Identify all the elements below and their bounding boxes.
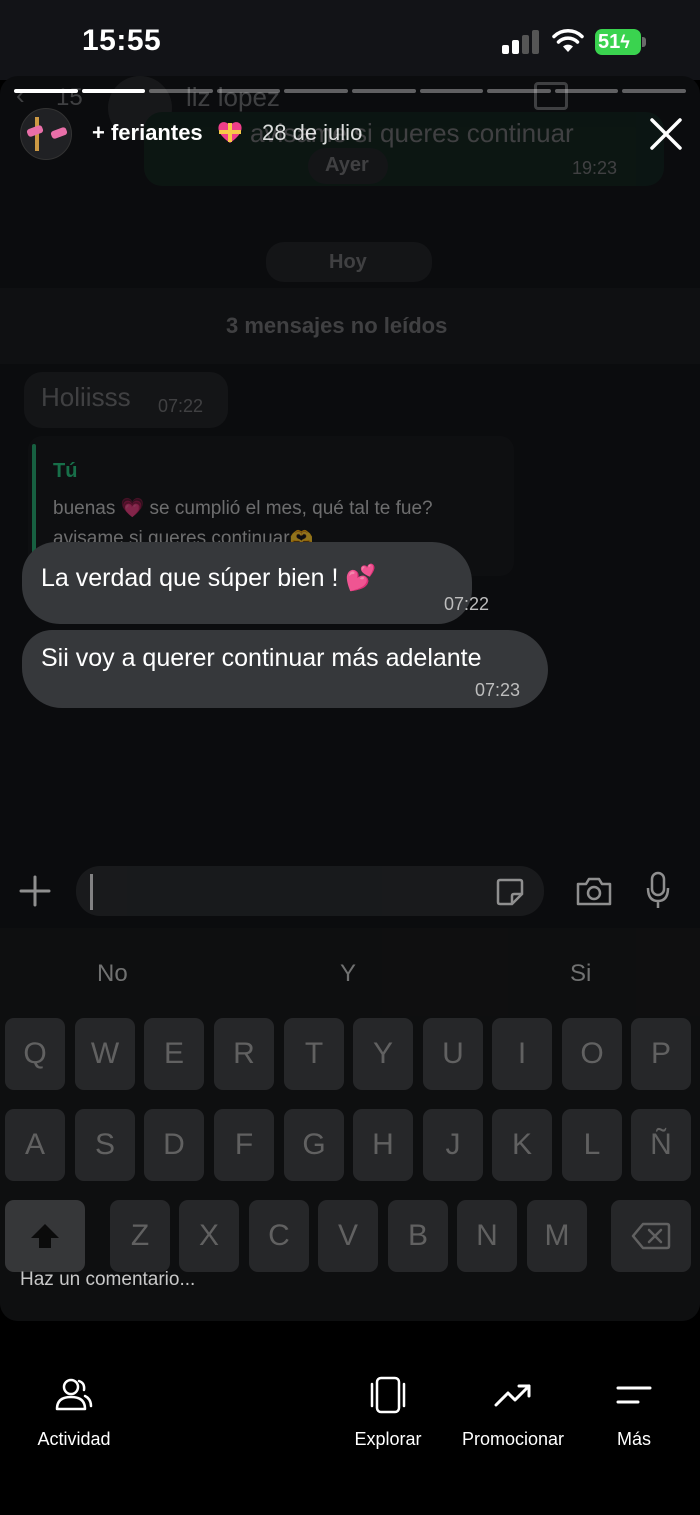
account-name[interactable]: + feriantes bbox=[92, 120, 203, 146]
quoted-line-1: buenas 💗 se cumplió el mes, qué tal te f… bbox=[53, 498, 433, 519]
explore-icon bbox=[370, 1376, 406, 1414]
suggestion: Si bbox=[570, 960, 592, 987]
message-time: 07:23 bbox=[475, 680, 521, 700]
key: O bbox=[562, 1018, 622, 1090]
nav-explore[interactable]: Explorar bbox=[328, 1375, 448, 1455]
more-menu-icon bbox=[616, 1386, 652, 1404]
nav-activity[interactable]: Actividad bbox=[14, 1375, 134, 1455]
keyboard: No Y Si Q W E R T Y U I O P A S D F G H … bbox=[0, 928, 700, 1321]
key: L bbox=[562, 1109, 622, 1181]
key: Z bbox=[110, 1200, 170, 1272]
key: K bbox=[492, 1109, 552, 1181]
suggestion: Y bbox=[340, 960, 357, 987]
key: N bbox=[457, 1200, 517, 1272]
key: T bbox=[284, 1018, 344, 1090]
key: M bbox=[527, 1200, 587, 1272]
story-date: 28 de julio bbox=[262, 120, 363, 145]
unread-label: 3 mensajes no leídos bbox=[226, 313, 448, 338]
key: P bbox=[631, 1018, 691, 1090]
comment-placeholder[interactable]: Haz un comentario... bbox=[20, 1269, 195, 1291]
wifi-icon bbox=[552, 29, 584, 52]
message-composer bbox=[0, 856, 700, 926]
key: W bbox=[75, 1018, 135, 1090]
message-time: 07:22 bbox=[444, 594, 490, 614]
shift-icon bbox=[31, 1224, 59, 1248]
suggestion: No bbox=[97, 960, 128, 987]
key: Q bbox=[5, 1018, 65, 1090]
status-bar: 15:55 51ϟ bbox=[0, 0, 700, 80]
key: B bbox=[388, 1200, 448, 1272]
key: I bbox=[492, 1018, 552, 1090]
key: R bbox=[214, 1018, 274, 1090]
cellular-signal-icon bbox=[502, 30, 542, 54]
key: G bbox=[284, 1109, 344, 1181]
holiiss-text: Holiisss bbox=[41, 382, 131, 412]
quoted-author: Tú bbox=[53, 460, 78, 482]
nav-promote-label: Promocionar bbox=[461, 1429, 565, 1449]
close-icon[interactable] bbox=[646, 114, 686, 154]
message-bubble: Sii voy a querer continuar más adelante … bbox=[22, 630, 548, 708]
story-viewer[interactable]: ‹ 15 liz lopez avisame si queres continu… bbox=[0, 76, 700, 1321]
nav-promote[interactable]: Promocionar bbox=[443, 1375, 583, 1455]
key: D bbox=[144, 1109, 204, 1181]
message-text: Sii voy a querer continuar más adelante bbox=[41, 644, 482, 672]
nav-activity-label: Actividad bbox=[37, 1429, 111, 1449]
key: Y bbox=[353, 1018, 413, 1090]
key: H bbox=[353, 1109, 413, 1181]
key: A bbox=[5, 1109, 65, 1181]
activity-icon bbox=[55, 1378, 93, 1411]
camera-icon bbox=[576, 877, 612, 906]
bottom-nav: Actividad Explorar Promocionar Más bbox=[0, 1321, 700, 1515]
key: X bbox=[179, 1200, 239, 1272]
key: J bbox=[423, 1109, 483, 1181]
heart-gift-icon bbox=[218, 122, 242, 143]
plus-icon bbox=[19, 875, 51, 907]
trending-up-icon bbox=[494, 1384, 531, 1407]
story-header: + feriantes 28 de julio bbox=[18, 106, 682, 162]
microphone-icon bbox=[646, 871, 670, 908]
key: Ñ bbox=[631, 1109, 691, 1181]
nav-more-label: Más bbox=[616, 1429, 651, 1449]
text-caret bbox=[90, 874, 93, 910]
backspace-key bbox=[611, 1200, 691, 1272]
backspace-icon bbox=[631, 1222, 671, 1250]
key: U bbox=[423, 1018, 483, 1090]
key: C bbox=[249, 1200, 309, 1272]
message-bubble: La verdad que súper bien ! 💕 07:22 bbox=[22, 542, 489, 624]
status-time: 15:55 bbox=[82, 24, 162, 57]
battery-icon: 51ϟ bbox=[595, 29, 647, 55]
message-text: La verdad que súper bien ! 💕 bbox=[41, 564, 377, 592]
nav-more[interactable]: Más bbox=[574, 1375, 694, 1455]
day-label-hoy: Hoy bbox=[329, 251, 367, 273]
key: S bbox=[75, 1109, 135, 1181]
key: F bbox=[214, 1109, 274, 1181]
account-avatar[interactable] bbox=[20, 108, 72, 160]
sticker-icon bbox=[496, 878, 524, 906]
composer-field bbox=[76, 866, 544, 916]
battery-level: 51 bbox=[598, 31, 621, 53]
key: V bbox=[318, 1200, 378, 1272]
key: E bbox=[144, 1018, 204, 1090]
nav-explore-label: Explorar bbox=[354, 1429, 422, 1449]
story-progress-bar bbox=[14, 89, 686, 93]
holiiss-time: 07:22 bbox=[158, 396, 204, 416]
shift-key bbox=[5, 1200, 85, 1272]
